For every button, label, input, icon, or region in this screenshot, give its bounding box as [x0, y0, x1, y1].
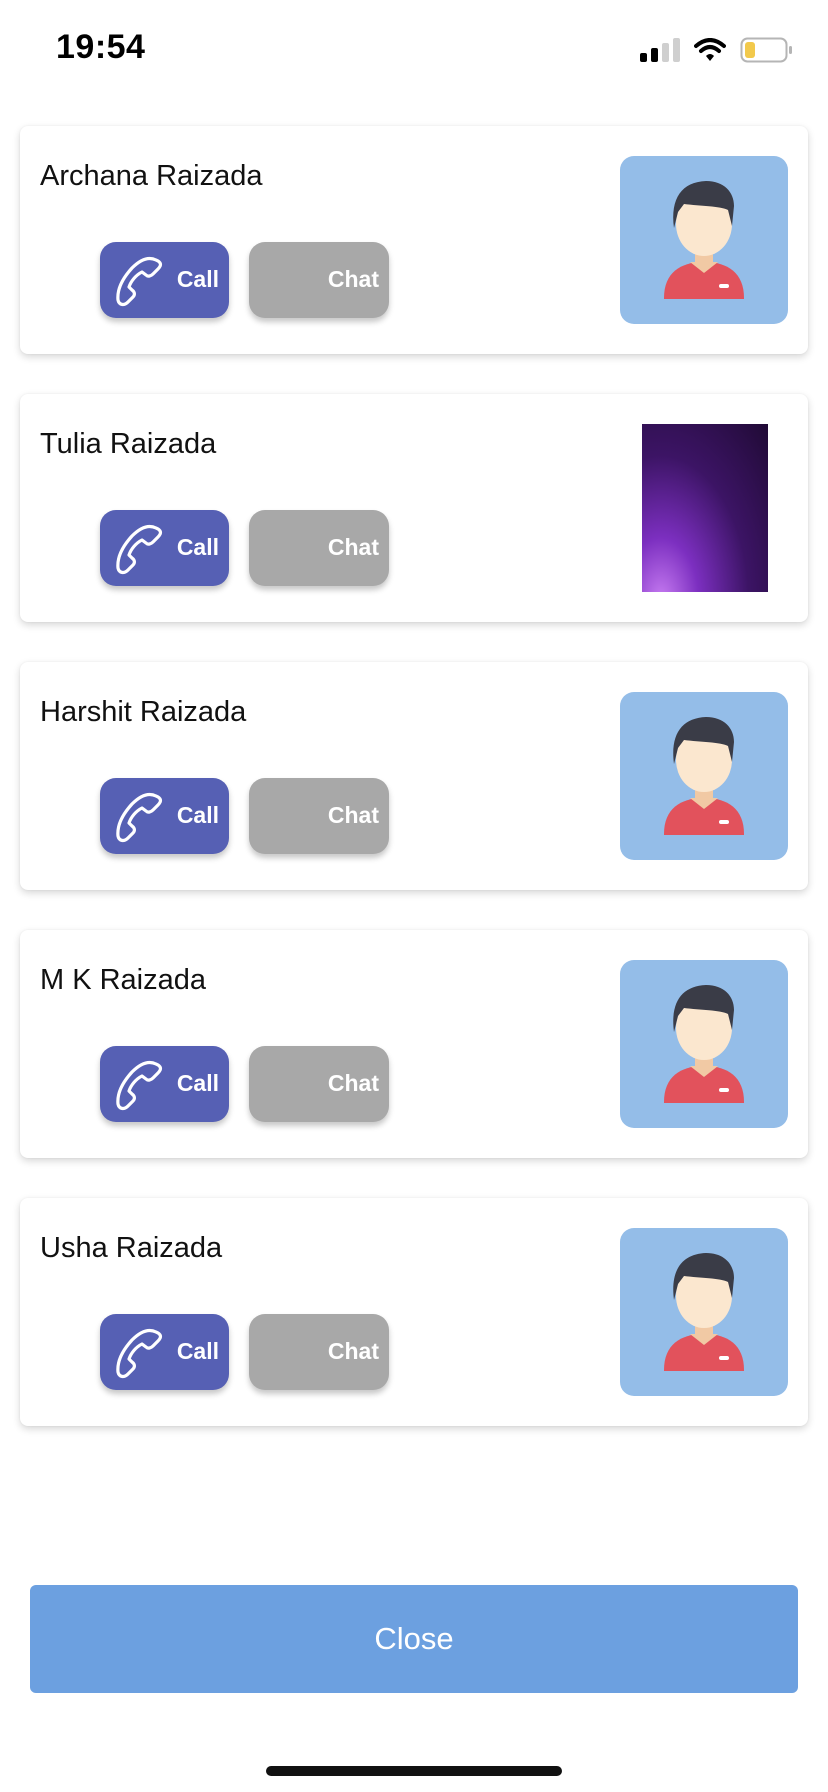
chat-button[interactable]: Chat [249, 242, 389, 318]
status-time: 19:54 [56, 28, 146, 66]
contact-name: Harshit Raizada [40, 696, 247, 728]
chat-button[interactable]: Chat [249, 1314, 389, 1390]
call-button-label: Call [176, 266, 219, 292]
call-button[interactable]: Call [100, 1046, 229, 1122]
chat-button[interactable]: Chat [249, 1046, 389, 1122]
chat-button-label: Chat [327, 802, 379, 828]
call-button-label: Call [176, 1338, 219, 1364]
status-icons [640, 36, 794, 64]
contact-name: M K Raizada [40, 964, 207, 996]
wifi-icon [694, 38, 726, 61]
chat-button[interactable]: Chat [249, 778, 389, 854]
chat-button-label: Chat [327, 534, 379, 560]
contact-card: Harshit Raizada Call Chat [20, 662, 808, 890]
phone-icon [110, 520, 168, 578]
contact-name: Usha Raizada [40, 1232, 223, 1264]
call-button-label: Call [176, 534, 219, 560]
contact-name: Archana Raizada [40, 160, 263, 192]
call-button[interactable]: Call [100, 510, 229, 586]
contact-card: M K Raizada Call Chat [20, 930, 808, 1158]
default-avatar-icon[interactable] [620, 1228, 788, 1396]
contact-card: Archana Raizada Call Chat [20, 126, 808, 354]
home-indicator[interactable] [266, 1766, 562, 1776]
call-button[interactable]: Call [100, 1314, 229, 1390]
phone-icon [110, 252, 168, 310]
close-button[interactable]: Close [30, 1585, 798, 1693]
call-button[interactable]: Call [100, 778, 229, 854]
phone-icon [110, 1056, 168, 1114]
battery-low-icon [740, 37, 792, 63]
contact-name: Tulia Raizada [40, 428, 217, 460]
call-button[interactable]: Call [100, 242, 229, 318]
phone-icon [110, 1324, 168, 1382]
contact-photo[interactable] [642, 424, 768, 592]
contact-card: Usha Raizada Call Chat [20, 1198, 808, 1426]
default-avatar-icon[interactable] [620, 692, 788, 860]
phone-icon [110, 788, 168, 846]
chat-button-label: Chat [327, 1070, 379, 1096]
call-button-label: Call [176, 802, 219, 828]
default-avatar-icon[interactable] [620, 156, 788, 324]
contact-card: Tulia Raizada Call Chat [20, 394, 808, 622]
status-bar: 19:54 [0, 0, 828, 100]
chat-button-label: Chat [327, 266, 379, 292]
chat-button-label: Chat [327, 1338, 379, 1364]
cellular-signal-icon [640, 38, 680, 62]
default-avatar-icon[interactable] [620, 960, 788, 1128]
screen: 19:54 Archana Raizada Call Chat Tulia Raiza… [0, 0, 828, 1792]
call-button-label: Call [176, 1070, 219, 1096]
chat-button[interactable]: Chat [249, 510, 389, 586]
